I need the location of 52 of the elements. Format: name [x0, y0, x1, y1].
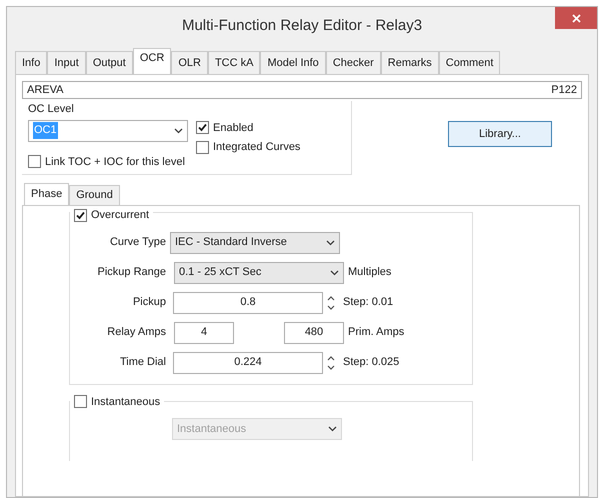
enabled-checkbox[interactable] — [196, 121, 209, 134]
tab[interactable]: Ground — [69, 185, 120, 205]
number-field[interactable]: 0.224 — [173, 352, 323, 374]
number-field[interactable]: 4 — [174, 322, 234, 344]
overcurrent-label: Overcurrent — [91, 208, 150, 223]
overcurrent-checkbox[interactable] — [74, 208, 87, 222]
close-button[interactable] — [555, 7, 597, 29]
field-label: Pickup Range — [96, 265, 167, 280]
spinner-icon[interactable] — [326, 354, 336, 372]
tab[interactable]: Output — [86, 51, 133, 74]
tab[interactable]: Input — [47, 51, 86, 74]
close-icon — [572, 14, 580, 22]
unit-label: Multiples — [348, 265, 392, 280]
field-label: Curve Type — [108, 235, 167, 250]
instantaneous-label: Instantaneous — [91, 394, 160, 410]
tab[interactable]: Comment — [438, 51, 500, 74]
tab[interactable]: Model Info — [260, 51, 326, 74]
tab[interactable]: Checker — [326, 51, 381, 74]
integrated-curves-label: Integrated Curves — [213, 140, 300, 155]
prim-amps-label: Prim. Amps — [348, 325, 404, 340]
link-label: Link TOC + IOC for this level — [45, 154, 185, 170]
step-label: Step: 0.01 — [343, 295, 394, 310]
link-checkbox[interactable] — [28, 155, 41, 168]
tab[interactable]: OCR — [132, 48, 172, 74]
tab[interactable]: OLR — [171, 51, 208, 74]
field-label: Relay Amps — [106, 325, 167, 340]
caret-icon — [330, 270, 339, 276]
window-title: Multi-Function Relay Editor - Relay3 — [180, 16, 424, 36]
check-icon — [76, 210, 85, 220]
group-title: OC Level — [28, 102, 75, 117]
model-label: P122 — [551, 82, 577, 98]
tab[interactable]: Remarks — [380, 51, 439, 74]
field-label: Time Dial — [118, 355, 167, 370]
tab[interactable]: Info — [15, 51, 48, 74]
check-icon — [198, 123, 207, 132]
number-field[interactable]: 480 — [284, 322, 344, 344]
integrated-curves-checkbox[interactable] — [196, 140, 209, 154]
tab[interactable]: Phase — [24, 183, 70, 205]
curve-type-dropdown[interactable]: IEC - Standard Inverse — [170, 232, 340, 254]
instantaneous-checkbox[interactable] — [74, 395, 87, 408]
spinner-icon[interactable] — [326, 294, 336, 312]
caret-icon — [174, 128, 183, 134]
caret-icon — [328, 426, 337, 432]
caret-icon — [326, 240, 335, 246]
manufacturer-label: AREVA — [27, 82, 64, 98]
enabled-label: Enabled — [213, 120, 254, 136]
number-field[interactable]: 0.8 — [173, 292, 323, 314]
step-label: Step: 0.025 — [343, 355, 400, 370]
pickup-range-dropdown[interactable]: 0.1 - 25 xCT Sec — [174, 262, 344, 284]
tab[interactable]: TCC kA — [208, 51, 260, 74]
field-label: Pickup — [132, 295, 167, 310]
library-button[interactable]: Library... — [448, 121, 552, 147]
